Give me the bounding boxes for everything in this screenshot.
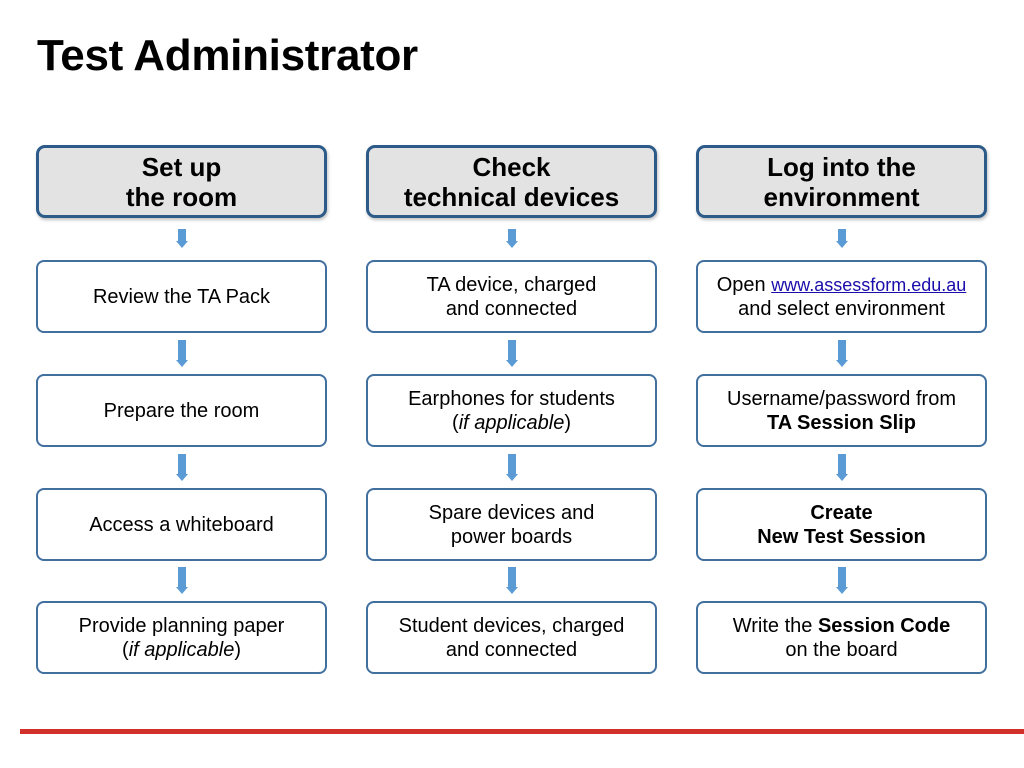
italic-note: if applicable: [458, 411, 565, 434]
step-username-password: Username/password from TA Session Slip: [696, 374, 987, 447]
step-text: TA device, charged: [426, 273, 597, 296]
header-line: technical devices: [403, 181, 620, 212]
column-set-up-room: Set up the room Review the TA Pack Prepa…: [36, 0, 327, 768]
down-arrow-icon: [836, 340, 848, 367]
step-text: Review the TA Pack: [92, 285, 271, 308]
step-spare-devices: Spare devices and power boards: [366, 488, 657, 561]
header-line: Set up: [141, 151, 222, 182]
down-arrow-icon: [836, 567, 848, 594]
down-arrow-icon: [506, 340, 518, 367]
down-arrow-icon: [506, 454, 518, 481]
step-note: (if applicable): [452, 411, 571, 434]
step-note: (if applicable): [122, 638, 241, 661]
column-log-into-environment: Log into the environment Open www.assess…: [696, 0, 987, 768]
step-create-session: Create New Test Session: [696, 488, 987, 561]
step-open-website: Open www.assessform.edu.au and select en…: [696, 260, 987, 333]
column-check-technical-devices: Check technical devices TA device, charg…: [366, 0, 657, 768]
step-text: Access a whiteboard: [89, 513, 274, 536]
down-arrow-icon: [506, 567, 518, 594]
step-text: and select environment: [738, 297, 945, 320]
step-ta-device: TA device, charged and connected: [366, 260, 657, 333]
header-check-technical-devices: Check technical devices: [366, 145, 657, 218]
step-text: on the board: [785, 638, 898, 661]
header-line: Check: [472, 151, 551, 182]
footer-rule: [20, 729, 1024, 734]
step-text: Spare devices and: [428, 501, 595, 524]
step-earphones: Earphones for students (if applicable): [366, 374, 657, 447]
session-code-bold: Session Code: [817, 614, 951, 637]
header-line: Log into the: [767, 151, 916, 182]
header-set-up-room: Set up the room: [36, 145, 327, 218]
down-arrow-icon: [836, 454, 848, 481]
step-text: Write the Session Code: [732, 614, 951, 637]
step-text: power boards: [450, 525, 573, 548]
step-text: Open www.assessform.edu.au: [716, 273, 967, 296]
header-line: the room: [125, 181, 238, 212]
step-text: Student devices, charged: [398, 614, 625, 637]
step-text-bold: New Test Session: [757, 525, 926, 548]
step-text-bold: TA Session Slip: [767, 411, 916, 434]
down-arrow-icon: [176, 567, 188, 594]
down-arrow-icon: [836, 229, 848, 248]
step-student-devices: Student devices, charged and connected: [366, 601, 657, 674]
step-text: Earphones for students: [408, 387, 615, 410]
down-arrow-icon: [176, 454, 188, 481]
step-text: Prepare the room: [103, 399, 260, 422]
step-text: and connected: [445, 297, 578, 320]
header-line: environment: [763, 181, 920, 212]
step-access-whiteboard: Access a whiteboard: [36, 488, 327, 561]
step-text: Provide planning paper: [78, 614, 285, 637]
down-arrow-icon: [506, 229, 518, 248]
step-prepare-room: Prepare the room: [36, 374, 327, 447]
header-log-into-environment: Log into the environment: [696, 145, 987, 218]
step-text-bold: Create: [810, 501, 873, 524]
down-arrow-icon: [176, 229, 188, 248]
italic-note: if applicable: [128, 638, 235, 661]
step-review-ta-pack: Review the TA Pack: [36, 260, 327, 333]
step-text: Username/password from: [727, 387, 956, 410]
step-provide-planning-paper: Provide planning paper (if applicable): [36, 601, 327, 674]
assessform-link[interactable]: www.assessform.edu.au: [771, 275, 966, 295]
step-text: and connected: [445, 638, 578, 661]
down-arrow-icon: [176, 340, 188, 367]
step-write-session-code: Write the Session Code on the board: [696, 601, 987, 674]
